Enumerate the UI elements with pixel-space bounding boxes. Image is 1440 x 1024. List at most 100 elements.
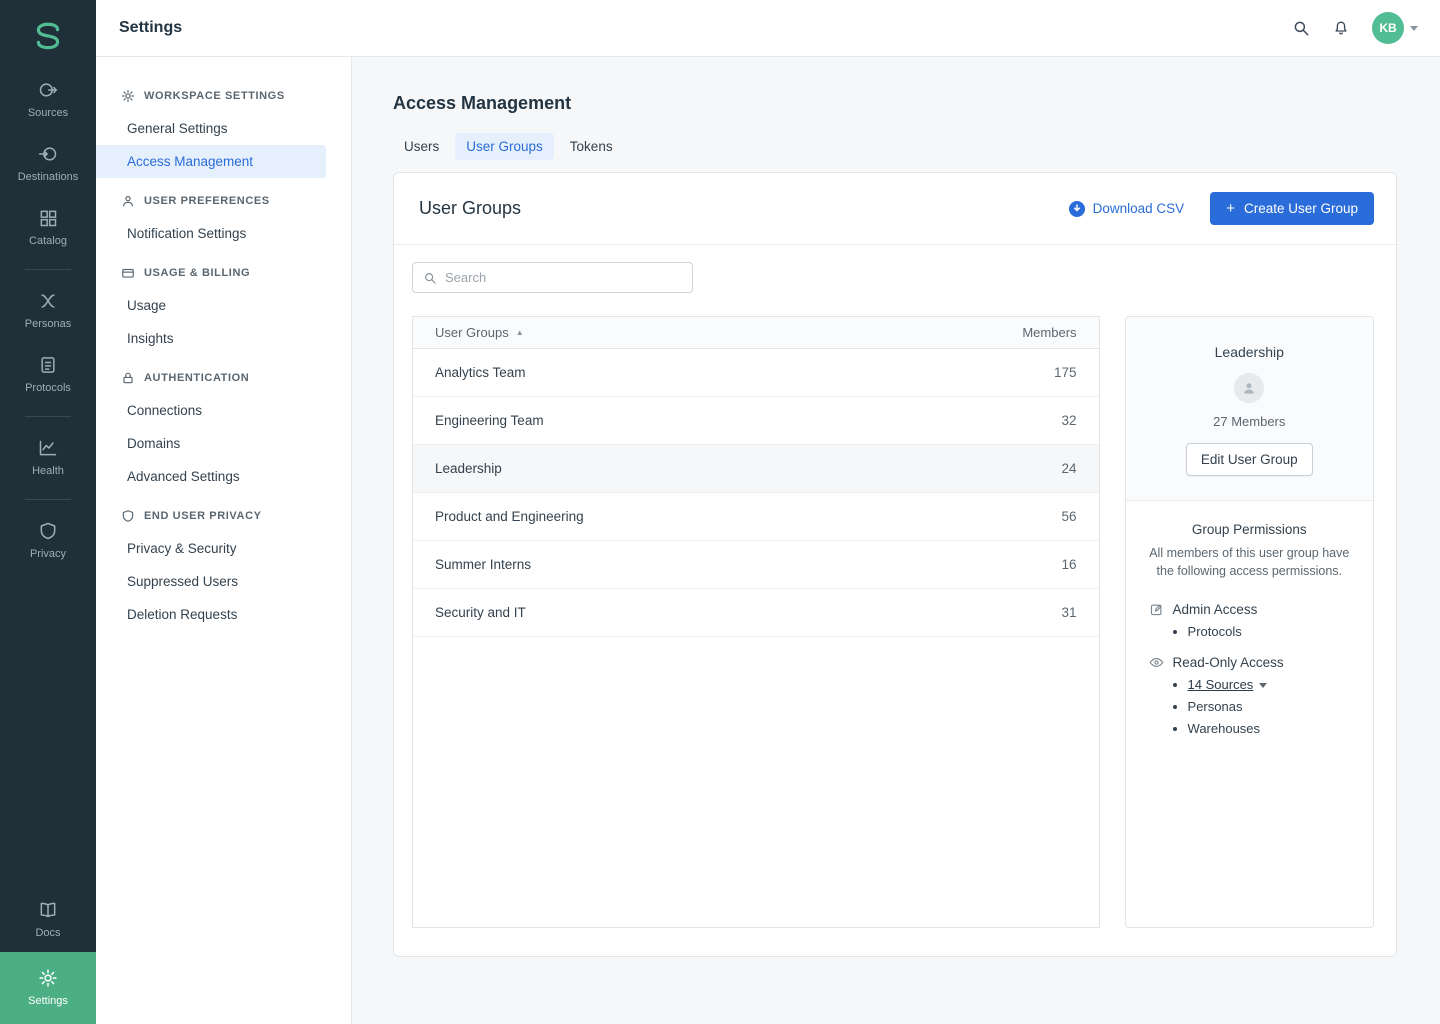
sidebar-item-personas[interactable]: Personas	[0, 279, 96, 343]
table-header-row: User Groups ▲ Members	[413, 317, 1099, 349]
app-root: Sources Destinations Catalog	[0, 0, 1440, 1024]
table-row[interactable]: Engineering Team 32	[413, 397, 1099, 445]
nav-item-deletion-requests[interactable]: Deletion Requests	[96, 598, 326, 631]
content-row: User Groups ▲ Members Analytics Team 175…	[412, 316, 1374, 928]
tab-user-groups[interactable]: User Groups	[455, 133, 554, 160]
protocols-icon	[38, 355, 58, 375]
lock-icon	[121, 371, 135, 385]
table-row[interactable]: Summer Interns 16	[413, 541, 1099, 589]
card-title: User Groups	[419, 198, 521, 219]
nav-item-general-settings[interactable]: General Settings	[96, 112, 326, 145]
group-name-cell: Analytics Team	[435, 365, 526, 380]
privacy-shield-icon	[38, 521, 58, 541]
members-cell: 31	[1062, 605, 1077, 620]
sort-ascending-icon: ▲	[516, 328, 524, 337]
download-csv-label: Download CSV	[1093, 201, 1185, 216]
search-input[interactable]	[445, 270, 682, 285]
group-avatar-icon	[1234, 373, 1264, 403]
group-name-cell: Summer Interns	[435, 557, 531, 572]
group-permissions: Group Permissions All members of this us…	[1126, 501, 1373, 764]
create-user-group-button[interactable]: + Create User Group	[1210, 192, 1374, 225]
tab-tokens[interactable]: Tokens	[559, 133, 624, 160]
section-usage-billing: USAGE & BILLING	[96, 266, 351, 280]
nav-item-notification-settings[interactable]: Notification Settings	[96, 217, 326, 250]
download-csv-button[interactable]: Download CSV	[1069, 201, 1185, 217]
user-groups-card: User Groups Download CSV + Creat	[393, 172, 1397, 957]
nav-item-access-management[interactable]: Access Management	[96, 145, 326, 178]
sidebar-item-label: Protocols	[25, 382, 71, 394]
column-header-user-groups[interactable]: User Groups ▲	[435, 325, 524, 340]
account-menu[interactable]: KB	[1372, 12, 1418, 44]
permission-item: Protocols	[1188, 624, 1353, 639]
sidebar-item-catalog[interactable]: Catalog	[0, 196, 96, 260]
nav-item-connections[interactable]: Connections	[96, 394, 326, 427]
sidebar-divider	[25, 416, 71, 417]
chevron-down-icon[interactable]	[1410, 26, 1418, 31]
permission-item: Warehouses	[1188, 721, 1353, 736]
nav-item-usage[interactable]: Usage	[96, 289, 326, 322]
nav-item-advanced-settings[interactable]: Advanced Settings	[96, 460, 326, 493]
nav-item-suppressed-users[interactable]: Suppressed Users	[96, 565, 326, 598]
sidebar-item-destinations[interactable]: Destinations	[0, 132, 96, 196]
permission-item: 14 Sources	[1188, 677, 1353, 692]
sidebar-item-label: Personas	[25, 318, 71, 330]
sources-icon	[38, 80, 58, 100]
user-icon	[121, 194, 135, 208]
section-title: WORKSPACE SETTINGS	[144, 90, 285, 102]
table-row-selected[interactable]: Leadership 24	[413, 445, 1099, 493]
avatar[interactable]: KB	[1372, 12, 1404, 44]
table-row[interactable]: Analytics Team 175	[413, 349, 1099, 397]
sidebar-item-label: Destinations	[18, 171, 79, 183]
sidebar-item-label: Catalog	[29, 235, 67, 247]
section-end-user-privacy: END USER PRIVACY	[96, 509, 351, 523]
sources-count-link[interactable]: 14 Sources	[1188, 677, 1254, 692]
personas-icon	[38, 291, 58, 311]
download-icon	[1069, 201, 1085, 217]
main-content: Access Management Users User Groups Toke…	[352, 57, 1440, 1024]
notifications-bell-icon[interactable]	[1332, 19, 1350, 37]
members-cell: 56	[1062, 509, 1077, 524]
segment-logo[interactable]	[0, 0, 96, 68]
section-title: USER PREFERENCES	[144, 195, 270, 207]
page-title: Access Management	[393, 93, 1397, 114]
shield-icon	[121, 509, 135, 523]
read-only-access-group: Read-Only Access 14 Sources Personas War…	[1146, 655, 1353, 736]
sidebar-item-docs[interactable]: Docs	[0, 888, 96, 952]
nav-item-domains[interactable]: Domains	[96, 427, 326, 460]
sidebar-item-health[interactable]: Health	[0, 426, 96, 490]
sidebar-item-privacy[interactable]: Privacy	[0, 509, 96, 573]
sidebar-item-label: Settings	[28, 995, 68, 1007]
settings-nav: WORKSPACE SETTINGS General Settings Acce…	[96, 57, 352, 1024]
member-count: 27 Members	[1136, 414, 1363, 429]
search-icon[interactable]	[1292, 19, 1310, 37]
read-only-access-label: Read-Only Access	[1173, 655, 1284, 670]
group-name-cell: Security and IT	[435, 605, 526, 620]
nav-item-insights[interactable]: Insights	[96, 322, 326, 355]
sidebar-divider	[25, 499, 71, 500]
top-header: Settings KB	[96, 0, 1440, 57]
card-header: User Groups Download CSV + Creat	[394, 173, 1396, 245]
group-name-cell: Leadership	[435, 461, 502, 476]
members-cell: 24	[1062, 461, 1077, 476]
group-name: Leadership	[1136, 344, 1363, 360]
section-title: END USER PRIVACY	[144, 510, 262, 522]
chevron-down-icon[interactable]	[1259, 683, 1267, 688]
edit-user-group-button[interactable]: Edit User Group	[1186, 443, 1313, 476]
permission-item: Personas	[1188, 699, 1353, 714]
primary-sidebar: Sources Destinations Catalog	[0, 0, 96, 1024]
sidebar-item-sources[interactable]: Sources	[0, 68, 96, 132]
tab-users[interactable]: Users	[393, 133, 450, 160]
sidebar-item-label: Privacy	[30, 548, 66, 560]
header-actions: KB	[1292, 12, 1418, 44]
sidebar-item-settings[interactable]: Settings	[0, 952, 96, 1024]
table-row[interactable]: Product and Engineering 56	[413, 493, 1099, 541]
section-title: USAGE & BILLING	[144, 267, 250, 279]
members-cell: 175	[1054, 365, 1077, 380]
sidebar-item-protocols[interactable]: Protocols	[0, 343, 96, 407]
nav-item-privacy-security[interactable]: Privacy & Security	[96, 532, 326, 565]
group-detail-panel: Leadership 27 Members Edit User Group	[1125, 316, 1374, 928]
sidebar-item-label: Health	[32, 465, 64, 477]
table-row[interactable]: Security and IT 31	[413, 589, 1099, 637]
section-authentication: AUTHENTICATION	[96, 371, 351, 385]
eye-icon	[1149, 655, 1164, 670]
